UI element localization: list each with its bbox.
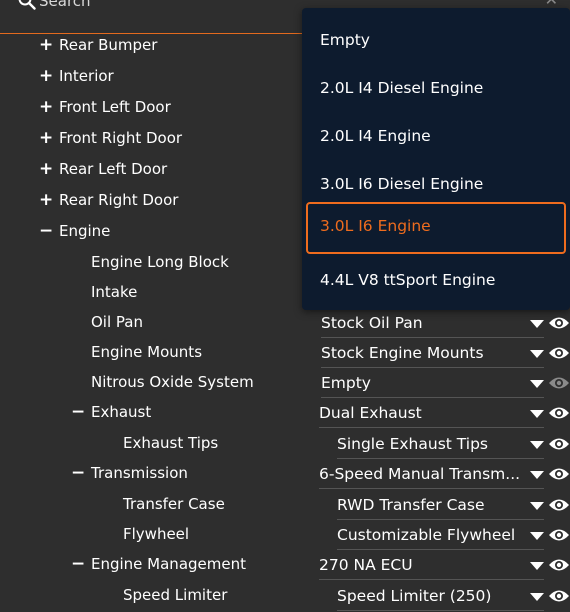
tree-label: Engine Mounts [91, 343, 203, 361]
chevron-down-icon [530, 320, 544, 328]
tree-label: Intake [91, 283, 138, 301]
search-icon [18, 0, 36, 10]
tree-label: Front Right Door [59, 129, 183, 147]
select-value: Empty [321, 374, 371, 392]
eye-icon[interactable] [548, 436, 570, 452]
eye-icon[interactable] [548, 345, 570, 361]
dropdown-option-3-0l-i6-selected[interactable]: 3.0L I6 Engine [306, 202, 566, 254]
dropdown-option-3-0l-i6-diesel[interactable]: 3.0L I6 Diesel Engine [302, 160, 570, 208]
select-value: Stock Oil Pan [321, 314, 423, 332]
chevron-down-icon [530, 562, 544, 570]
dropdown-option-4-4l-v8-ttsport[interactable]: 4.4L V8 ttSport Engine [302, 256, 570, 304]
tree-label: Engine Long Block [91, 253, 229, 271]
chevron-down-icon [530, 471, 544, 479]
tree-label: Oil Pan [91, 313, 143, 331]
chevron-down-icon [530, 502, 544, 510]
tree-label: Speed Limiter [123, 586, 228, 604]
select-value: Single Exhaust Tips [337, 435, 488, 453]
eye-icon[interactable] [548, 557, 570, 573]
plus-icon[interactable]: + [39, 30, 53, 60]
chevron-down-icon [530, 380, 544, 388]
plus-icon[interactable]: + [39, 92, 53, 122]
select-value: 270 NA ECU [319, 556, 413, 574]
chevron-down-icon [530, 441, 544, 449]
tree-label: Flywheel [123, 525, 190, 543]
tree-label: Nitrous Oxide System [91, 373, 254, 391]
search-input[interactable]: Search [39, 0, 91, 10]
select-value: Dual Exhaust [319, 404, 422, 422]
minus-icon[interactable]: − [71, 549, 85, 579]
tree-label: Front Left Door [59, 98, 171, 116]
eye-icon[interactable] [548, 466, 570, 482]
dropdown-option-2-0l-i4[interactable]: 2.0L I4 Engine [302, 112, 570, 160]
tree-label: Interior [59, 67, 114, 85]
eye-icon[interactable] [548, 375, 570, 391]
select-value: Speed Limiter (250) [337, 587, 492, 605]
speed-limiter-select[interactable]: Speed Limiter (250) [337, 581, 544, 611]
select-value: Customizable Flywheel [337, 526, 516, 544]
chevron-down-icon [530, 532, 544, 540]
nitrous-select[interactable]: Empty [321, 368, 544, 398]
oil-pan-select[interactable]: Stock Oil Pan [321, 308, 544, 338]
eye-icon[interactable] [548, 527, 570, 543]
tree-label: Transmission [91, 464, 188, 482]
tree-label: Exhaust [91, 403, 152, 421]
flywheel-select[interactable]: Customizable Flywheel [337, 520, 544, 550]
eye-icon[interactable] [548, 315, 570, 331]
plus-icon[interactable]: + [39, 61, 53, 91]
minus-icon[interactable]: − [71, 397, 85, 427]
minus-icon[interactable]: − [71, 458, 85, 488]
chevron-down-icon [530, 350, 544, 358]
select-value: 6-Speed Manual Transm... [319, 465, 521, 483]
eye-icon[interactable] [548, 497, 570, 513]
tree-label: Rear Right Door [59, 191, 179, 209]
select-value: Stock Engine Mounts [321, 344, 484, 362]
dropdown-option-2-0l-i4-diesel[interactable]: 2.0L I4 Diesel Engine [302, 64, 570, 112]
transmission-select[interactable]: 6-Speed Manual Transm... [319, 459, 544, 489]
transfer-case-select[interactable]: RWD Transfer Case [337, 490, 544, 520]
minus-icon[interactable]: − [39, 216, 53, 246]
exhaust-tips-select[interactable]: Single Exhaust Tips [337, 429, 544, 459]
plus-icon[interactable]: + [39, 154, 53, 184]
chevron-down-icon [530, 410, 544, 418]
tree-label: Exhaust Tips [123, 434, 219, 452]
chevron-down-icon [530, 593, 544, 601]
plus-icon[interactable]: + [39, 185, 53, 215]
tree-label: Transfer Case [123, 495, 225, 513]
select-value: RWD Transfer Case [337, 496, 485, 514]
eye-icon[interactable] [548, 588, 570, 604]
tree-label: Rear Left Door [59, 160, 168, 178]
exhaust-select[interactable]: Dual Exhaust [319, 398, 544, 428]
engine-mounts-select[interactable]: Stock Engine Mounts [321, 338, 544, 368]
engine-management-select[interactable]: 270 NA ECU [319, 550, 544, 580]
tree-label: Engine Management [91, 555, 246, 573]
eye-icon[interactable] [548, 405, 570, 421]
tree-label: Engine [59, 222, 111, 240]
plus-icon[interactable]: + [39, 123, 53, 153]
tree-label: Rear Bumper [59, 36, 158, 54]
engine-dropdown-menu: Empty 2.0L I4 Diesel Engine 2.0L I4 Engi… [302, 8, 570, 310]
dropdown-option-empty[interactable]: Empty [302, 16, 570, 64]
